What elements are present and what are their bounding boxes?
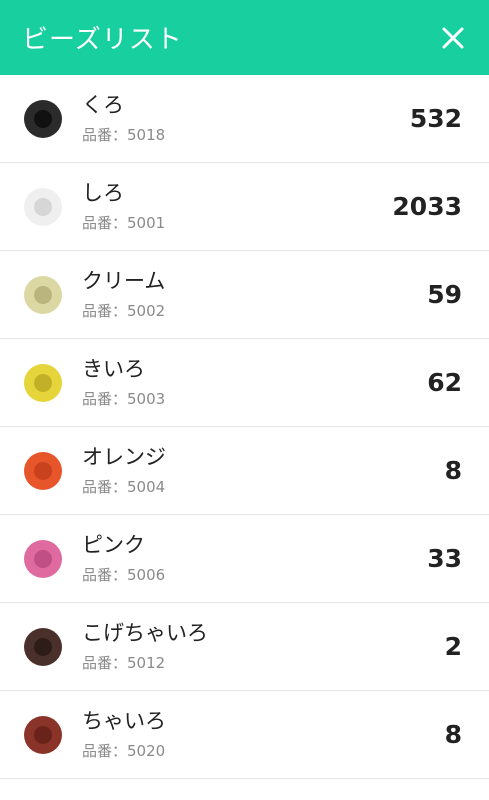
bead-hole [34, 373, 52, 392]
bead-hole [34, 725, 52, 744]
bead-swatch [24, 275, 62, 314]
list-item[interactable]: クリーム 品番：5002 59 [0, 251, 489, 339]
bead-hole [34, 461, 52, 480]
bead-count: 532 [409, 104, 462, 133]
list-item[interactable]: ピンク 品番：5006 33 [0, 515, 489, 603]
bead-hole [34, 285, 52, 304]
bead-count: 2 [444, 632, 462, 661]
bead-hole [34, 549, 52, 568]
list-item[interactable]: こげちゃいろ 品番：5012 2 [0, 603, 489, 691]
bead-swatch [24, 363, 62, 402]
bead-name: しろ [82, 181, 124, 205]
bead-code: 品番：5012 [82, 654, 166, 672]
bead-count: 62 [427, 368, 462, 397]
bead-info: クリーム 品番：5002 [82, 268, 427, 321]
bead-count: 33 [427, 544, 462, 573]
bead-code: 品番：5002 [82, 302, 166, 320]
bead-count: 8 [444, 456, 462, 485]
list-item[interactable]: きいろ 品番：5003 62 [0, 339, 489, 427]
bead-name: ピンク [82, 533, 145, 557]
app-header: ビーズリスト [0, 0, 489, 75]
bead-count: 8 [444, 720, 462, 749]
bead-name: クリーム [82, 269, 166, 293]
bead-swatch [24, 187, 62, 226]
bead-name: オレンジ [82, 445, 166, 469]
bead-code: 品番：5006 [82, 566, 166, 584]
bead-name: ちゃいろ [82, 709, 166, 733]
bead-swatch [24, 539, 62, 578]
page-title: ビーズリスト [22, 25, 183, 55]
bead-name: くろ [82, 93, 124, 117]
bead-code: 品番：5020 [82, 742, 166, 760]
bead-code: 品番：5001 [82, 214, 166, 232]
bead-hole [34, 637, 52, 656]
bead-info: こげちゃいろ 品番：5012 [82, 620, 445, 673]
bead-hole [34, 109, 52, 128]
bead-hole [34, 197, 52, 216]
close-button[interactable] [441, 26, 465, 50]
bead-info: くろ 品番：5018 [82, 92, 410, 145]
list-item[interactable]: ちゃいろ 品番：5020 8 [0, 691, 489, 779]
bead-info: ちゃいろ 品番：5020 [82, 708, 445, 761]
bead-info: しろ 品番：5001 [82, 180, 392, 233]
bead-info: きいろ 品番：5003 [82, 356, 427, 409]
list-item[interactable]: しろ 品番：5001 2033 [0, 163, 489, 251]
bead-name: きいろ [82, 357, 145, 381]
bead-count: 2033 [392, 192, 462, 221]
bead-name: こげちゃいろ [82, 621, 208, 645]
bead-code: 品番：5003 [82, 390, 166, 408]
list-item[interactable]: くろ 品番：5018 532 [0, 75, 489, 163]
bead-info: ピンク 品番：5006 [82, 532, 427, 585]
bead-code: 品番：5018 [82, 126, 166, 144]
bead-code: 品番：5004 [82, 478, 166, 496]
bead-info: オレンジ 品番：5004 [82, 444, 445, 497]
close-icon [442, 27, 464, 48]
list-item[interactable]: オレンジ 品番：5004 8 [0, 427, 489, 515]
bead-swatch [24, 99, 62, 138]
bead-swatch [24, 627, 62, 666]
bead-swatch [24, 715, 62, 754]
bead-swatch [24, 451, 62, 490]
bead-count: 59 [427, 280, 462, 309]
bead-list: くろ 品番：5018 532 しろ 品番：5001 2033 クリーム 品番：5… [0, 75, 489, 779]
